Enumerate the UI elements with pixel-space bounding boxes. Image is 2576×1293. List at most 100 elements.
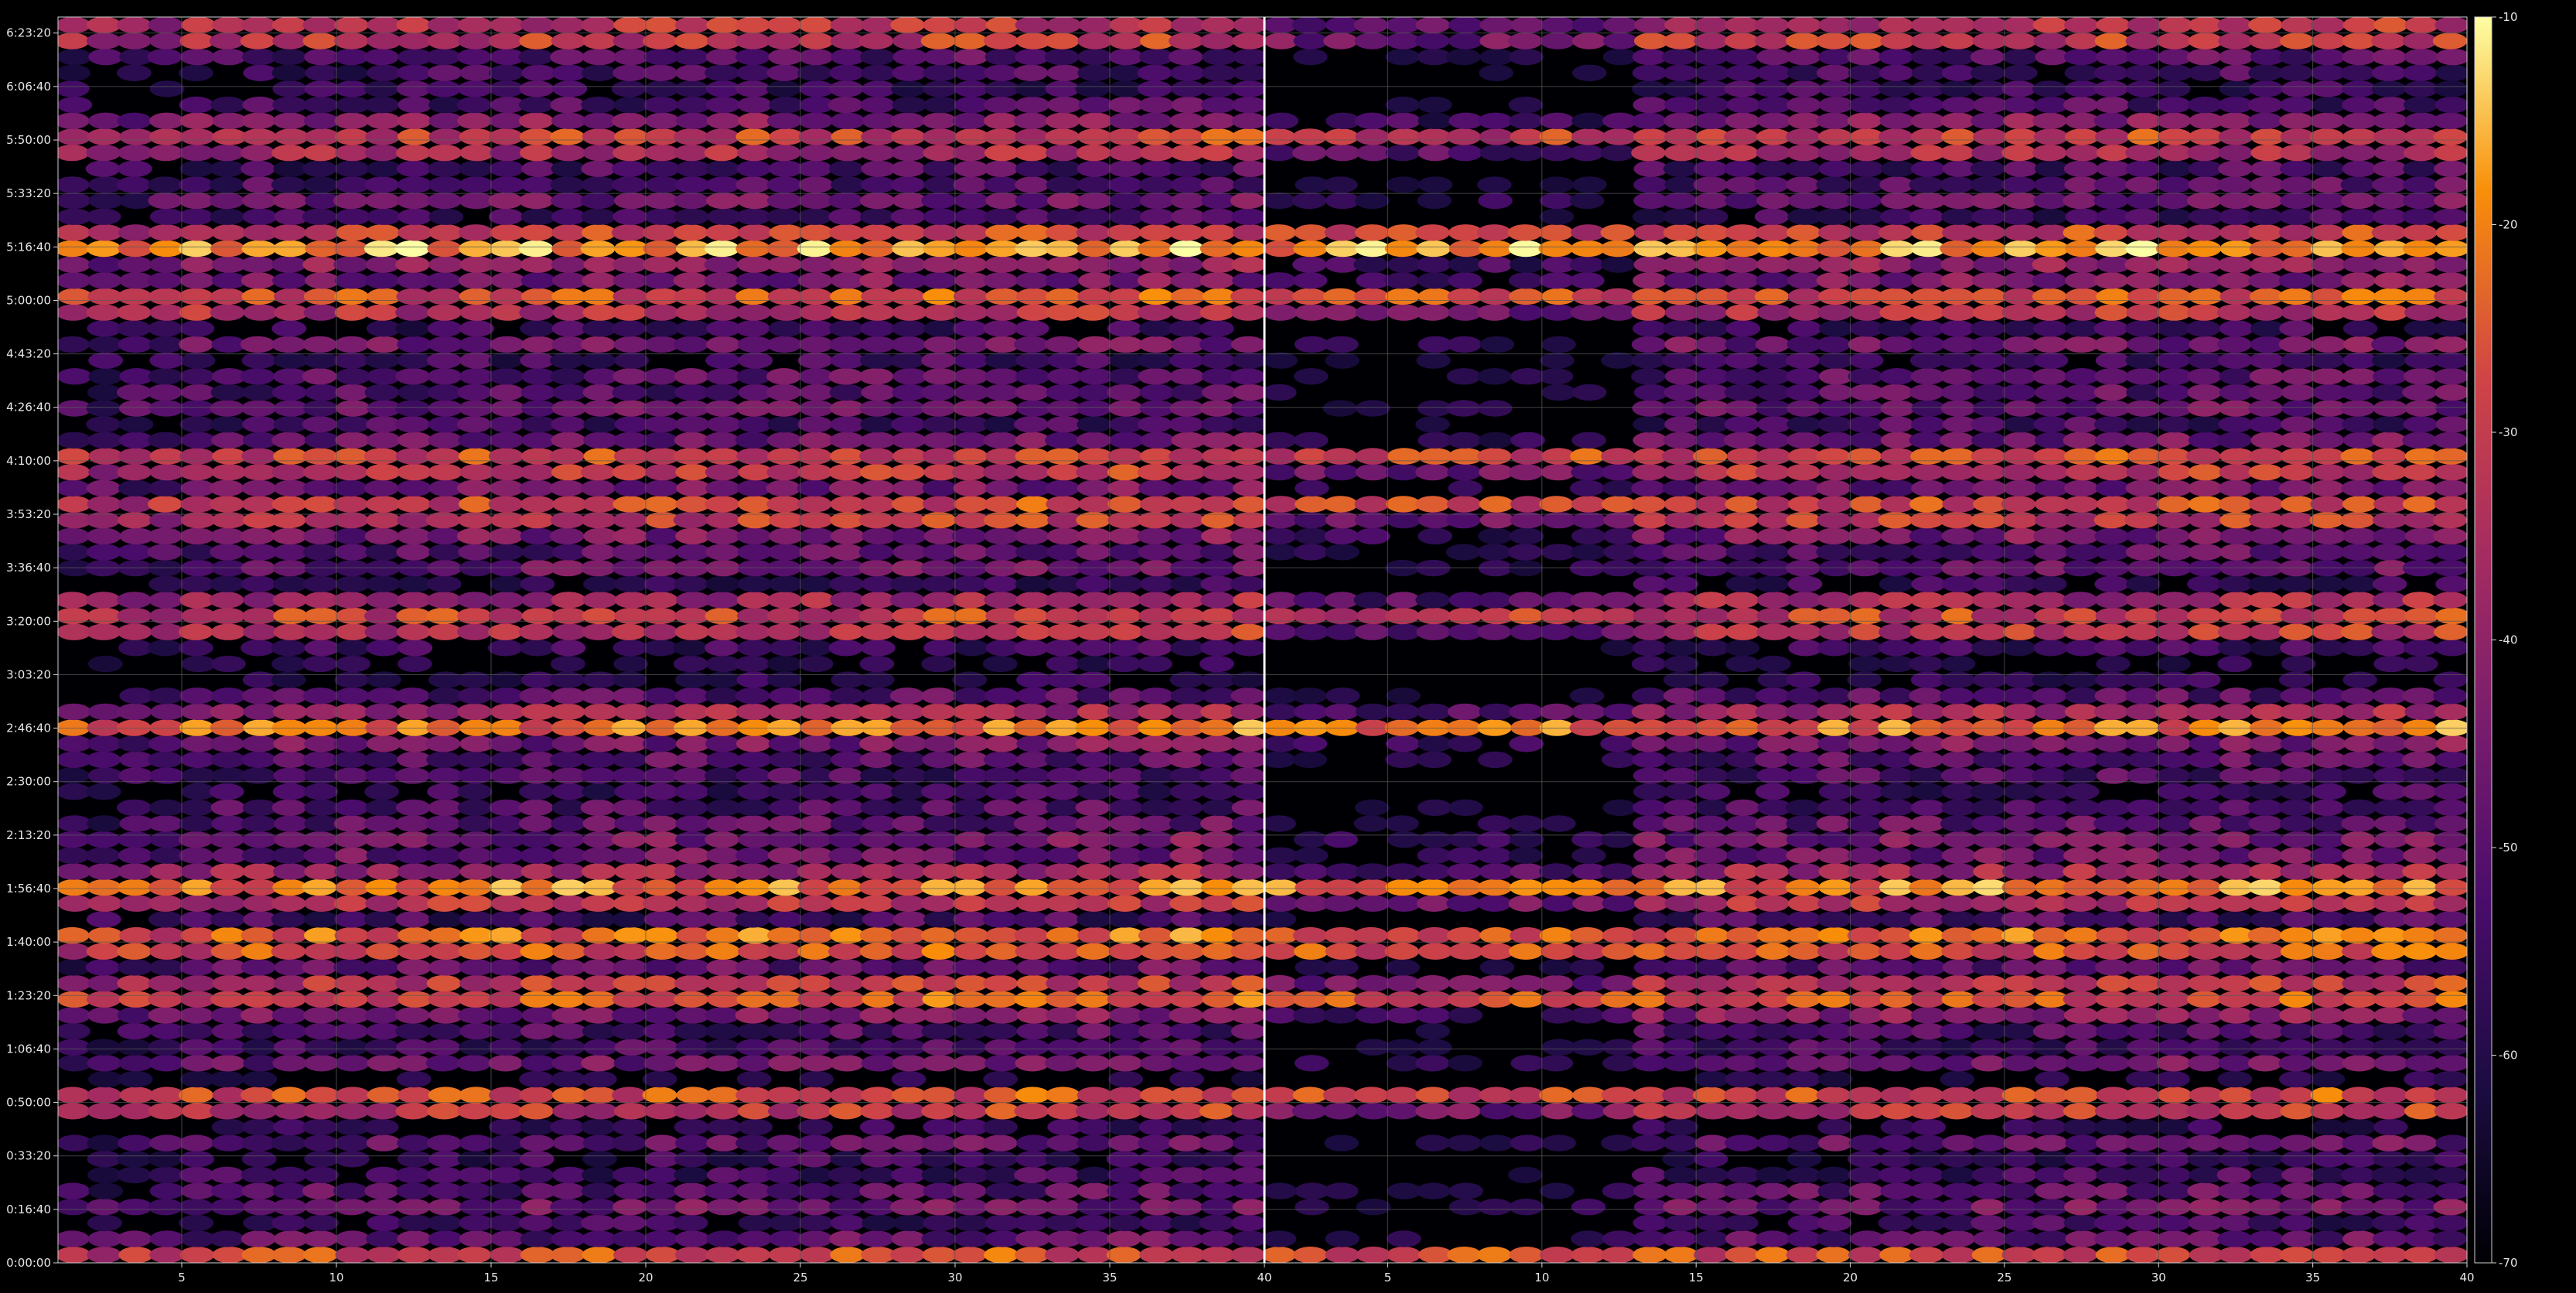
heat-cell — [488, 208, 524, 225]
heat-cell — [1171, 80, 1206, 97]
heat-cell — [1725, 272, 1759, 289]
heat-cell — [892, 1055, 927, 1072]
heat-cell — [2279, 1134, 2315, 1151]
heat-cell — [612, 144, 647, 162]
heat-cell — [241, 735, 277, 752]
heat-cell — [2280, 448, 2315, 465]
heat-cell — [1015, 208, 1051, 225]
heat-cell — [797, 1103, 832, 1120]
heat-cell — [984, 80, 1020, 97]
heat-cell — [2404, 655, 2438, 673]
heat-cell — [271, 1214, 306, 1232]
heat-cell — [365, 1166, 401, 1184]
heat-cell — [457, 112, 492, 129]
heat-cell — [209, 592, 244, 609]
heat-cell — [643, 640, 678, 657]
heat-cell — [1138, 959, 1173, 976]
heat-cell — [334, 671, 370, 688]
heat-cell — [1138, 240, 1172, 258]
heat-cell — [397, 479, 432, 496]
heat-cell — [2158, 544, 2192, 561]
heat-cell — [1047, 160, 1082, 177]
heat-cell — [1508, 895, 1544, 913]
heat-cell — [1602, 1230, 1637, 1247]
heat-cell — [583, 527, 619, 544]
heat-cell — [2219, 544, 2254, 561]
heat-cell — [550, 1118, 585, 1136]
heat-cell — [798, 17, 834, 33]
heat-cell — [953, 304, 988, 321]
heat-cell — [2312, 1134, 2346, 1151]
heat-cell — [396, 17, 432, 33]
heat-cell — [1200, 926, 1236, 944]
heat-cell — [1201, 671, 1237, 688]
heat-cell — [427, 320, 462, 337]
heat-cell — [2032, 1039, 2067, 1056]
heat-cell — [1724, 1007, 1759, 1024]
heat-cell — [2095, 463, 2131, 481]
heat-cell — [582, 144, 618, 162]
heat-cell — [364, 831, 399, 848]
heat-cell — [2001, 384, 2036, 401]
heat-cell — [861, 959, 896, 976]
heat-cell — [303, 527, 338, 544]
heat-cell — [240, 144, 275, 162]
heat-cell — [1264, 1182, 1298, 1199]
heat-cell — [2187, 895, 2223, 913]
heat-cell — [2402, 926, 2437, 944]
heat-cell — [1479, 959, 1515, 976]
heat-cell — [1878, 1055, 1913, 1072]
heat-cell — [2250, 1087, 2285, 1104]
heat-cell — [2372, 1039, 2407, 1056]
heat-cell — [890, 878, 926, 896]
heat-cell — [459, 1134, 494, 1151]
heat-cell — [273, 607, 308, 625]
heat-cell — [364, 1007, 400, 1024]
heat-cell — [1013, 703, 1049, 721]
heat-cell — [271, 1166, 307, 1184]
heat-cell — [179, 96, 214, 114]
heat-cell — [1171, 1118, 1206, 1136]
heat-cell — [954, 384, 989, 401]
heat-cell — [2373, 272, 2409, 289]
heat-cell — [983, 160, 1018, 177]
heat-cell — [952, 863, 988, 880]
heat-cell — [87, 1151, 122, 1168]
heat-cell — [87, 895, 123, 913]
heat-cell — [1013, 607, 1049, 625]
heat-cell — [211, 655, 246, 673]
heat-cell — [2125, 320, 2160, 337]
heat-cell — [1633, 847, 1668, 865]
heat-cell — [2188, 463, 2223, 481]
heat-cell — [2156, 1214, 2192, 1232]
heat-cell — [118, 496, 153, 513]
heat-cell — [58, 926, 90, 944]
heat-cell — [1941, 384, 1976, 401]
heat-cell — [1076, 1166, 1111, 1184]
heat-cell — [953, 592, 988, 609]
heat-cell — [1107, 1166, 1142, 1184]
heat-cell — [1448, 799, 1483, 817]
heat-cell — [1756, 448, 1791, 465]
heat-cell — [1973, 1230, 2008, 1247]
heat-cell — [1108, 1070, 1144, 1088]
heat-cell — [1756, 607, 1791, 625]
heat-cell — [148, 527, 183, 544]
heat-cell — [861, 1134, 896, 1151]
heat-cell — [2186, 1134, 2222, 1151]
heat-cell — [148, 592, 184, 609]
heat-cell — [1014, 847, 1049, 865]
heat-cell — [954, 352, 989, 369]
heat-cell — [520, 943, 555, 960]
heat-cell — [1909, 911, 1945, 928]
heat-cell — [2279, 878, 2314, 896]
heat-cell — [644, 1199, 680, 1216]
heat-cell — [2155, 1022, 2191, 1040]
heat-cell — [1786, 1247, 1821, 1263]
heat-cell — [2434, 1247, 2467, 1263]
heat-cell — [2219, 783, 2254, 800]
heat-cell — [768, 1247, 804, 1263]
heat-cell — [1076, 655, 1111, 673]
heat-cell — [953, 895, 988, 913]
heat-cell — [1726, 926, 1761, 944]
